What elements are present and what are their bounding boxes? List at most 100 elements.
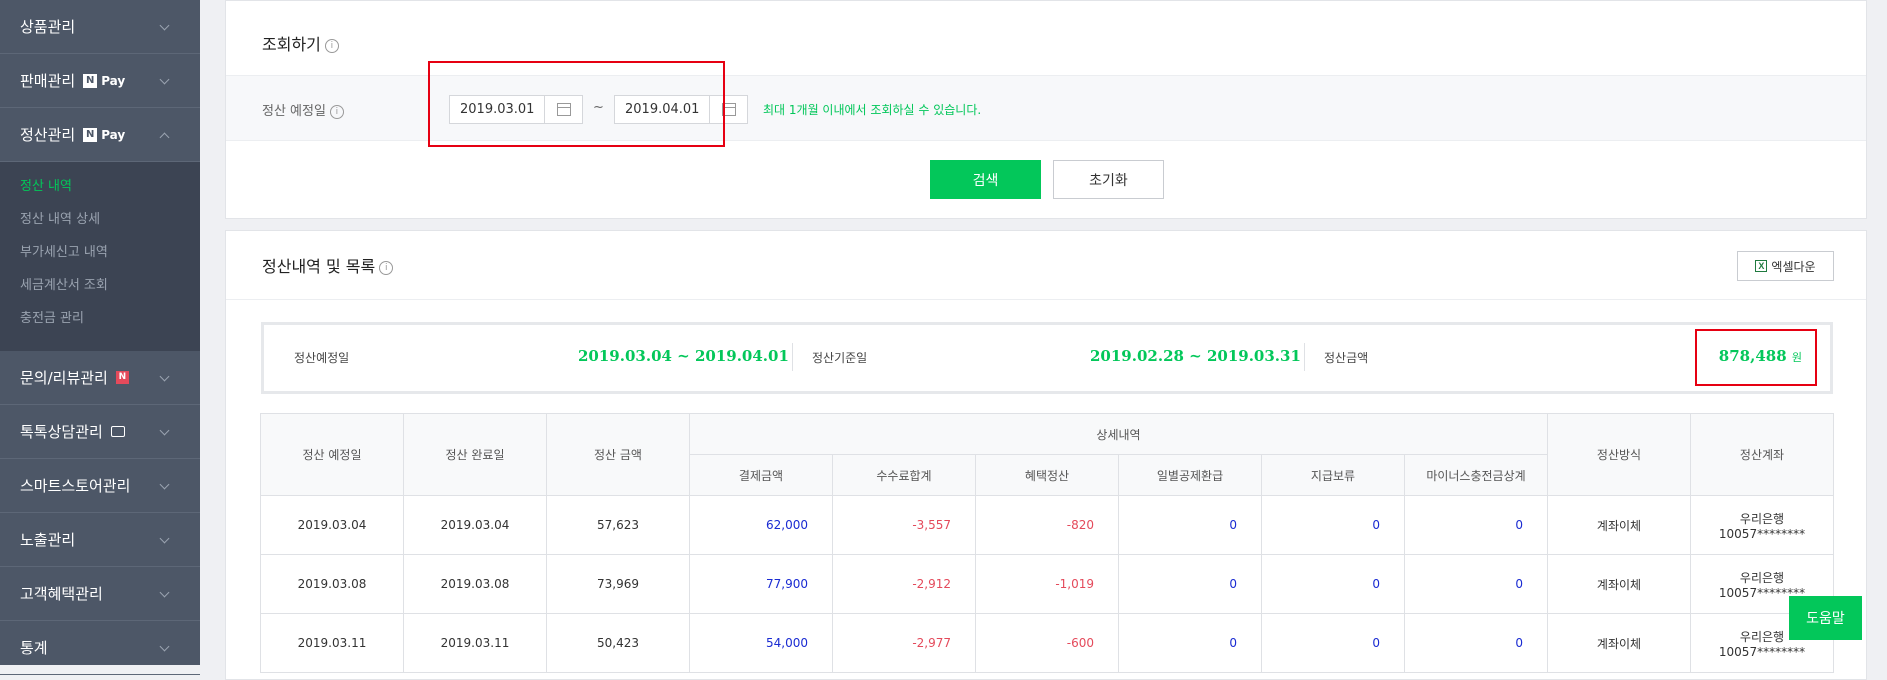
cell-fee: -3,557 [832, 495, 976, 555]
col-header-benefit: 혜택정산 [975, 454, 1119, 496]
cell-minus: 0 [1404, 495, 1548, 555]
col-header-detail: 상세내역 [689, 413, 1548, 455]
cell-amount: 57,623 [546, 495, 690, 555]
chevron-down-icon [159, 371, 170, 381]
amount-label: 정산금액 [1324, 351, 1369, 365]
cell-complete-date: 2019.03.08 [403, 554, 547, 614]
chevron-down-icon [159, 479, 170, 489]
sidebar-item-exposure[interactable]: 노출관리 [0, 513, 200, 567]
cell-minus: 0 [1404, 613, 1548, 673]
cell-hold: 0 [1261, 495, 1405, 555]
base-date-label: 정산기준일 [812, 351, 868, 365]
submenu-item-charge-management[interactable]: 충전금 관리 [0, 308, 200, 341]
cell-expected-date: 2019.03.04 [260, 495, 404, 555]
cell-refund: 0 [1118, 554, 1262, 614]
cell-expected-date: 2019.03.08 [260, 554, 404, 614]
chevron-down-icon [159, 533, 170, 543]
sidebar: 상품관리 판매관리 N Pay 정산관리 N Pay 정산 내역 정산 내역 상세 … [0, 0, 200, 675]
npay-icon: N Pay [83, 73, 125, 88]
chevron-up-icon [159, 132, 170, 142]
sidebar-item-label: 톡톡상담관리 [20, 423, 103, 441]
sidebar-item-smartstore[interactable]: 스마트스토어관리 [0, 459, 200, 513]
new-badge-icon: N [115, 371, 129, 384]
summary-box: 정산예정일 2019.03.04 ~ 2019.04.01 정산기준일 2019… [261, 322, 1833, 394]
chevron-down-icon [159, 587, 170, 597]
cell-method: 계좌이체 [1547, 554, 1691, 614]
sidebar-item-label: 문의/리뷰관리 [20, 369, 108, 387]
cell-benefit: -600 [975, 613, 1119, 673]
sidebar-item-label: 통계 [20, 639, 48, 657]
sidebar-item-product[interactable]: 상품관리 [0, 0, 200, 54]
table-row: 2019.03.11 2019.03.11 50,423 54,000 -2,9… [260, 613, 1834, 673]
page-title: 조회하기 [262, 35, 321, 54]
divider [792, 343, 793, 371]
col-header-minus: 마이너스충전금상계 [1404, 454, 1548, 496]
sidebar-item-settlement[interactable]: 정산관리 N Pay [0, 108, 200, 162]
cell-minus: 0 [1404, 554, 1548, 614]
highlight-box [428, 61, 725, 147]
col-header-hold: 지급보류 [1261, 454, 1405, 496]
settlement-submenu: 정산 내역 정산 내역 상세 부가세신고 내역 세금계산서 조회 충전금 관리 [0, 162, 200, 351]
cell-method: 계좌이체 [1547, 613, 1691, 673]
cell-amount: 50,423 [546, 613, 690, 673]
cell-payment: 77,900 [689, 554, 833, 614]
cell-method: 계좌이체 [1547, 495, 1691, 555]
col-header-method: 정산방식 [1547, 413, 1691, 496]
date-range-hint: 최대 1개월 이내에서 조회하실 수 있습니다. [763, 103, 982, 117]
cell-hold: 0 [1261, 613, 1405, 673]
col-header-payment: 결제금액 [689, 454, 833, 496]
col-header-fee: 수수료합계 [832, 454, 976, 496]
cell-account: 우리은행 10057******** [1690, 495, 1834, 555]
help-button[interactable]: 도움말 [1789, 596, 1862, 640]
cell-payment: 62,000 [689, 495, 833, 555]
col-header-account: 정산계좌 [1690, 413, 1834, 496]
cell-complete-date: 2019.03.11 [403, 613, 547, 673]
cell-fee: -2,912 [832, 554, 976, 614]
sidebar-item-label: 고객혜택관리 [20, 585, 103, 603]
submenu-item-settlement-detail[interactable]: 정산 내역 상세 [0, 209, 200, 242]
col-header-expected-date: 정산 예정일 [260, 413, 404, 496]
cell-complete-date: 2019.03.04 [403, 495, 547, 555]
cell-benefit: -1,019 [975, 554, 1119, 614]
chat-bubble-icon [110, 426, 125, 437]
cell-refund: 0 [1118, 495, 1262, 555]
table-row: 2019.03.04 2019.03.04 57,623 62,000 -3,5… [260, 495, 1834, 555]
search-button[interactable]: 검색 [930, 160, 1041, 199]
date-filter-label: 정산 예정일 i [262, 100, 344, 119]
sidebar-item-inquiry-review[interactable]: 문의/리뷰관리 N [0, 351, 200, 405]
highlight-box [1695, 329, 1817, 386]
info-icon: i [379, 260, 394, 275]
sidebar-item-customer-benefit[interactable]: 고객혜택관리 [0, 567, 200, 621]
chevron-down-icon [159, 641, 170, 651]
cell-hold: 0 [1261, 554, 1405, 614]
sidebar-item-statistics[interactable]: 통계 [0, 621, 200, 675]
info-icon: i [324, 38, 339, 53]
cell-benefit: -820 [975, 495, 1119, 555]
reset-button[interactable]: 초기화 [1053, 160, 1164, 199]
submenu-item-tax-invoice[interactable]: 세금계산서 조회 [0, 275, 200, 308]
sidebar-item-label: 노출관리 [20, 531, 76, 549]
sidebar-item-label: 스마트스토어관리 [20, 477, 131, 495]
expected-date-label: 정산예정일 [294, 351, 350, 365]
chevron-down-icon [159, 74, 170, 84]
excel-download-button[interactable]: X 엑셀다운 [1737, 251, 1834, 281]
col-header-refund: 일별공제환급 [1118, 454, 1262, 496]
expected-date-range: 2019.03.04 ~ 2019.04.01 [578, 347, 789, 365]
sidebar-item-label: 상품관리 [20, 18, 76, 36]
cell-fee: -2,977 [832, 613, 976, 673]
table-row: 2019.03.08 2019.03.08 73,969 77,900 -2,9… [260, 554, 1834, 614]
divider [226, 299, 1866, 300]
npay-icon: N Pay [83, 127, 125, 142]
cell-payment: 54,000 [689, 613, 833, 673]
col-header-complete-date: 정산 완료일 [403, 413, 547, 496]
base-date-range: 2019.02.28 ~ 2019.03.31 [1090, 347, 1301, 365]
col-header-amount: 정산 금액 [546, 413, 690, 496]
submenu-item-settlement-history[interactable]: 정산 내역 [0, 176, 200, 209]
sidebar-item-sales[interactable]: 판매관리 N Pay [0, 54, 200, 108]
search-panel-header: 조회하기 i [262, 31, 339, 55]
sidebar-item-label: 정산관리 [20, 126, 76, 144]
submenu-item-vat-report[interactable]: 부가세신고 내역 [0, 242, 200, 275]
chevron-down-icon [159, 20, 170, 30]
cell-expected-date: 2019.03.11 [260, 613, 404, 673]
sidebar-item-talktalk[interactable]: 톡톡상담관리 [0, 405, 200, 459]
